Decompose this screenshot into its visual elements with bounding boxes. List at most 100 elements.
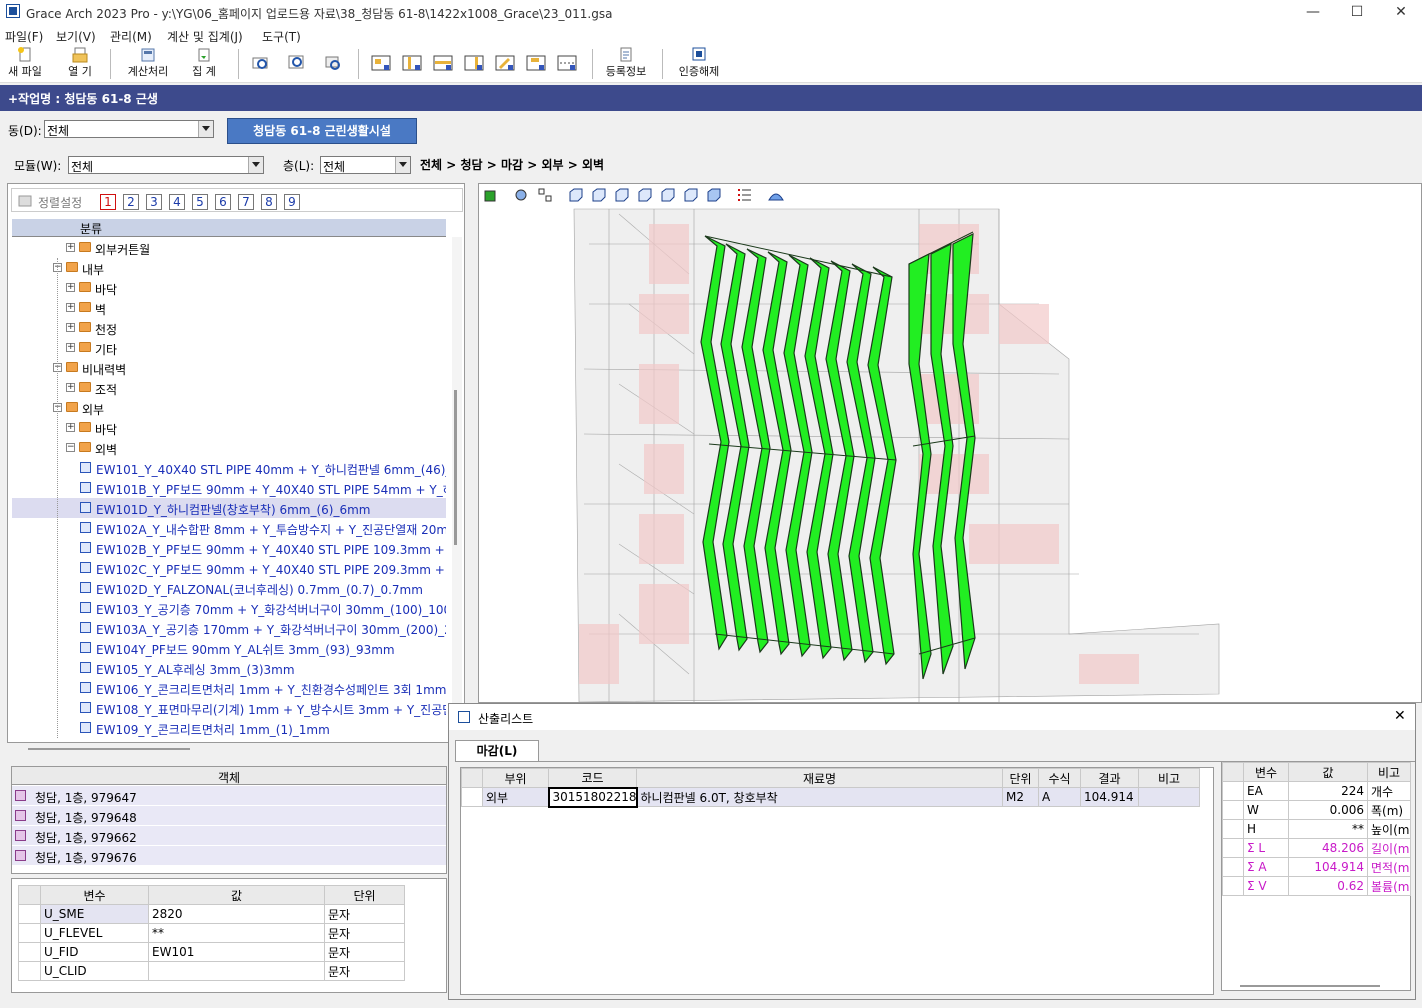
pencil-icon[interactable] <box>494 52 516 74</box>
new-file-button[interactable]: 새 파일 <box>4 47 46 79</box>
tab-finish[interactable]: 마감(L) <box>455 740 539 762</box>
sort-level-9[interactable]: 9 <box>284 194 300 210</box>
variable-value[interactable]: EW101 <box>148 942 325 962</box>
variable-row[interactable]: U_CLID 문자 <box>18 961 405 981</box>
sort-settings-label[interactable]: 정렬설정 <box>38 194 82 211</box>
view-iso-icon[interactable] <box>706 187 722 203</box>
object-row[interactable]: 청담, 1층, 979647 <box>12 786 446 806</box>
object-row[interactable]: 청담, 1층, 979676 <box>12 846 446 866</box>
sort-level-8[interactable]: 8 <box>261 194 277 210</box>
close-button[interactable]: ✕ <box>1378 0 1422 25</box>
tree-leaf-item[interactable]: EW102C_Y_PF보드 90mm + Y_40X40 STL PIPE 20… <box>12 558 446 578</box>
menu-calc[interactable]: 계산 및 집계(J) <box>167 28 243 45</box>
variable-row[interactable]: U_FLEVEL ** 문자 <box>18 923 405 943</box>
tree-folder-item[interactable]: + 벽 <box>12 298 446 318</box>
tree-horizontal-scroll-thumb[interactable] <box>28 748 190 750</box>
variable-value[interactable]: ** <box>148 923 325 943</box>
register-info-button[interactable]: 등록정보 <box>600 47 652 79</box>
sum-row[interactable]: EA 224 개수 <box>1222 781 1411 801</box>
unit-cell[interactable]: M2 <box>1002 787 1039 807</box>
view-right-icon[interactable] <box>637 187 653 203</box>
print-preview-icon[interactable] <box>322 52 344 74</box>
sum-row[interactable]: Σ L 48.206 길이(m) <box>1222 838 1411 858</box>
tree-leaf-item[interactable]: EW102B_Y_PF보드 90mm + Y_40X40 STL PIPE 10… <box>12 538 446 558</box>
unauth-button[interactable]: 인증해제 <box>672 47 726 79</box>
view-top-icon[interactable] <box>660 187 676 203</box>
tree-leaf-item[interactable]: EW101B_Y_PF보드 90mm + Y_40X40 STL PIPE 54… <box>12 478 446 498</box>
sort-settings-icon[interactable] <box>18 194 32 208</box>
object-row[interactable]: 청담, 1층, 979662 <box>12 826 446 846</box>
tree-leaf-item[interactable]: EW108_Y_표면마무리(기계) 1mm + Y_방수시트 3mm + Y_진… <box>12 698 446 718</box>
collapse-icon[interactable]: − <box>66 443 75 452</box>
maximize-button[interactable]: ☐ <box>1334 0 1380 25</box>
menu-view[interactable]: 보기(V) <box>56 28 96 45</box>
aggregate-button[interactable]: 집 계 <box>184 47 224 79</box>
tool-icon-4[interactable] <box>463 52 485 74</box>
variable-value[interactable] <box>148 961 325 981</box>
module-select[interactable]: 전체 <box>68 156 264 174</box>
building-tab[interactable]: 청담동 61-8 근린생활시설 <box>227 118 417 144</box>
tree-scroll-thumb[interactable] <box>454 390 457 545</box>
sum-row[interactable]: Σ A104.914면적(m2 <box>1222 857 1411 877</box>
expand-icon[interactable]: + <box>66 323 75 332</box>
sort-level-3[interactable]: 3 <box>146 194 162 210</box>
tree-leaf-item[interactable]: EW102D_Y_FALZONAL(코너후레싱) 0.7mm_(0.7)_0.7… <box>12 578 446 598</box>
menu-manage[interactable]: 관리(M) <box>110 28 152 45</box>
expand-icon[interactable]: + <box>66 243 75 252</box>
material-cell[interactable]: 하니컴판넬 6.0T, 창호부착 <box>636 787 1003 807</box>
tree-folder-item[interactable]: − 비내력벽 <box>12 358 446 378</box>
tree-folder-item[interactable]: + 외부커튼월 <box>12 238 446 258</box>
tree-leaf-item[interactable]: EW103A_Y_공기층 170mm + Y_화강석버너구이 30mm_(200… <box>12 618 446 638</box>
expand-icon[interactable]: + <box>66 303 75 312</box>
calc-button[interactable]: 계산처리 <box>122 47 174 79</box>
tree-folder-item[interactable]: − 외벽 <box>12 438 446 458</box>
open-button[interactable]: 열 기 <box>60 47 100 79</box>
tree-folder-item[interactable]: + 조적 <box>12 378 446 398</box>
tree-leaf-item[interactable]: EW105_Y_AL후레싱 3mm_(3)3mm <box>12 658 446 678</box>
tree-folder-item[interactable]: + 천정 <box>12 318 446 338</box>
variable-row[interactable]: U_FID EW101 문자 <box>18 942 405 962</box>
expand-icon[interactable]: + <box>66 343 75 352</box>
sum-row[interactable]: H ** 높이(m) <box>1222 819 1411 839</box>
chevron-down-icon[interactable] <box>198 121 213 137</box>
tree-leaf-item[interactable]: EW101_Y_40X40 STL PIPE 40mm + Y_하니컴판넬 6m… <box>12 458 446 478</box>
list-icon[interactable] <box>737 187 753 203</box>
quantity-row[interactable]: 외부 30151802218709 하니컴판넬 6.0T, 창호부착 M2 A … <box>461 786 1200 808</box>
tree-folder-item[interactable]: − 내부 <box>12 258 446 278</box>
tree-leaf-item[interactable]: EW106_Y_콘크리트면처리 1mm + Y_친환경수성페인트 3회 1mm <box>12 678 446 698</box>
expand-icon[interactable]: + <box>66 283 75 292</box>
view-back-icon[interactable] <box>591 187 607 203</box>
tree-leaf-item[interactable]: EW103_Y_공기층 70mm + Y_화강석버너구이 30mm_(100)_… <box>12 598 446 618</box>
dong-select[interactable]: 전체 <box>44 120 214 138</box>
tool-icon-2[interactable] <box>401 52 423 74</box>
dialog-close-button[interactable]: ✕ <box>1394 708 1406 724</box>
variable-value[interactable]: 2820 <box>148 904 325 924</box>
expand-icon[interactable]: + <box>66 383 75 392</box>
tree-leaf-item[interactable]: EW104Y_PF보드 90mm Y_AL쉬트 3mm_(93)_93mm <box>12 638 446 658</box>
tool-icon-1[interactable] <box>370 52 392 74</box>
chevron-down-icon[interactable] <box>248 157 263 173</box>
shading-icon[interactable] <box>768 187 784 203</box>
layers-icon[interactable] <box>514 187 530 203</box>
view-bottom-icon[interactable] <box>683 187 699 203</box>
zoom-search-icon[interactable] <box>286 52 308 74</box>
code-cell[interactable]: 30151802218709 <box>547 786 638 808</box>
variable-row[interactable]: U_SME 2820 문자 <box>18 904 405 924</box>
sort-level-4[interactable]: 4 <box>169 194 185 210</box>
zoom-window-icon[interactable] <box>250 52 272 74</box>
result-cell[interactable]: 104.914 <box>1080 787 1139 807</box>
menu-file[interactable]: 파일(F) <box>5 28 43 45</box>
sort-level-2[interactable]: 2 <box>123 194 139 210</box>
expand-icon[interactable]: + <box>66 423 75 432</box>
tool-icon-3[interactable] <box>432 52 454 74</box>
menu-tools[interactable]: 도구(T) <box>262 28 301 45</box>
part-cell[interactable]: 외부 <box>482 787 549 807</box>
tool-icon-6[interactable] <box>525 52 547 74</box>
sum-row[interactable]: W 0.006 폭(m) <box>1222 800 1411 820</box>
model-icon[interactable] <box>483 187 499 203</box>
3d-viewport[interactable] <box>478 183 1422 703</box>
sort-level-5[interactable]: 5 <box>192 194 208 210</box>
tree-folder-item[interactable]: − 외부 <box>12 398 446 418</box>
floor-select[interactable]: 전체 <box>320 156 411 174</box>
tree-leaf-item[interactable]: EW109_Y_콘크리트면처리 1mm_(1)_1mm <box>12 718 446 738</box>
